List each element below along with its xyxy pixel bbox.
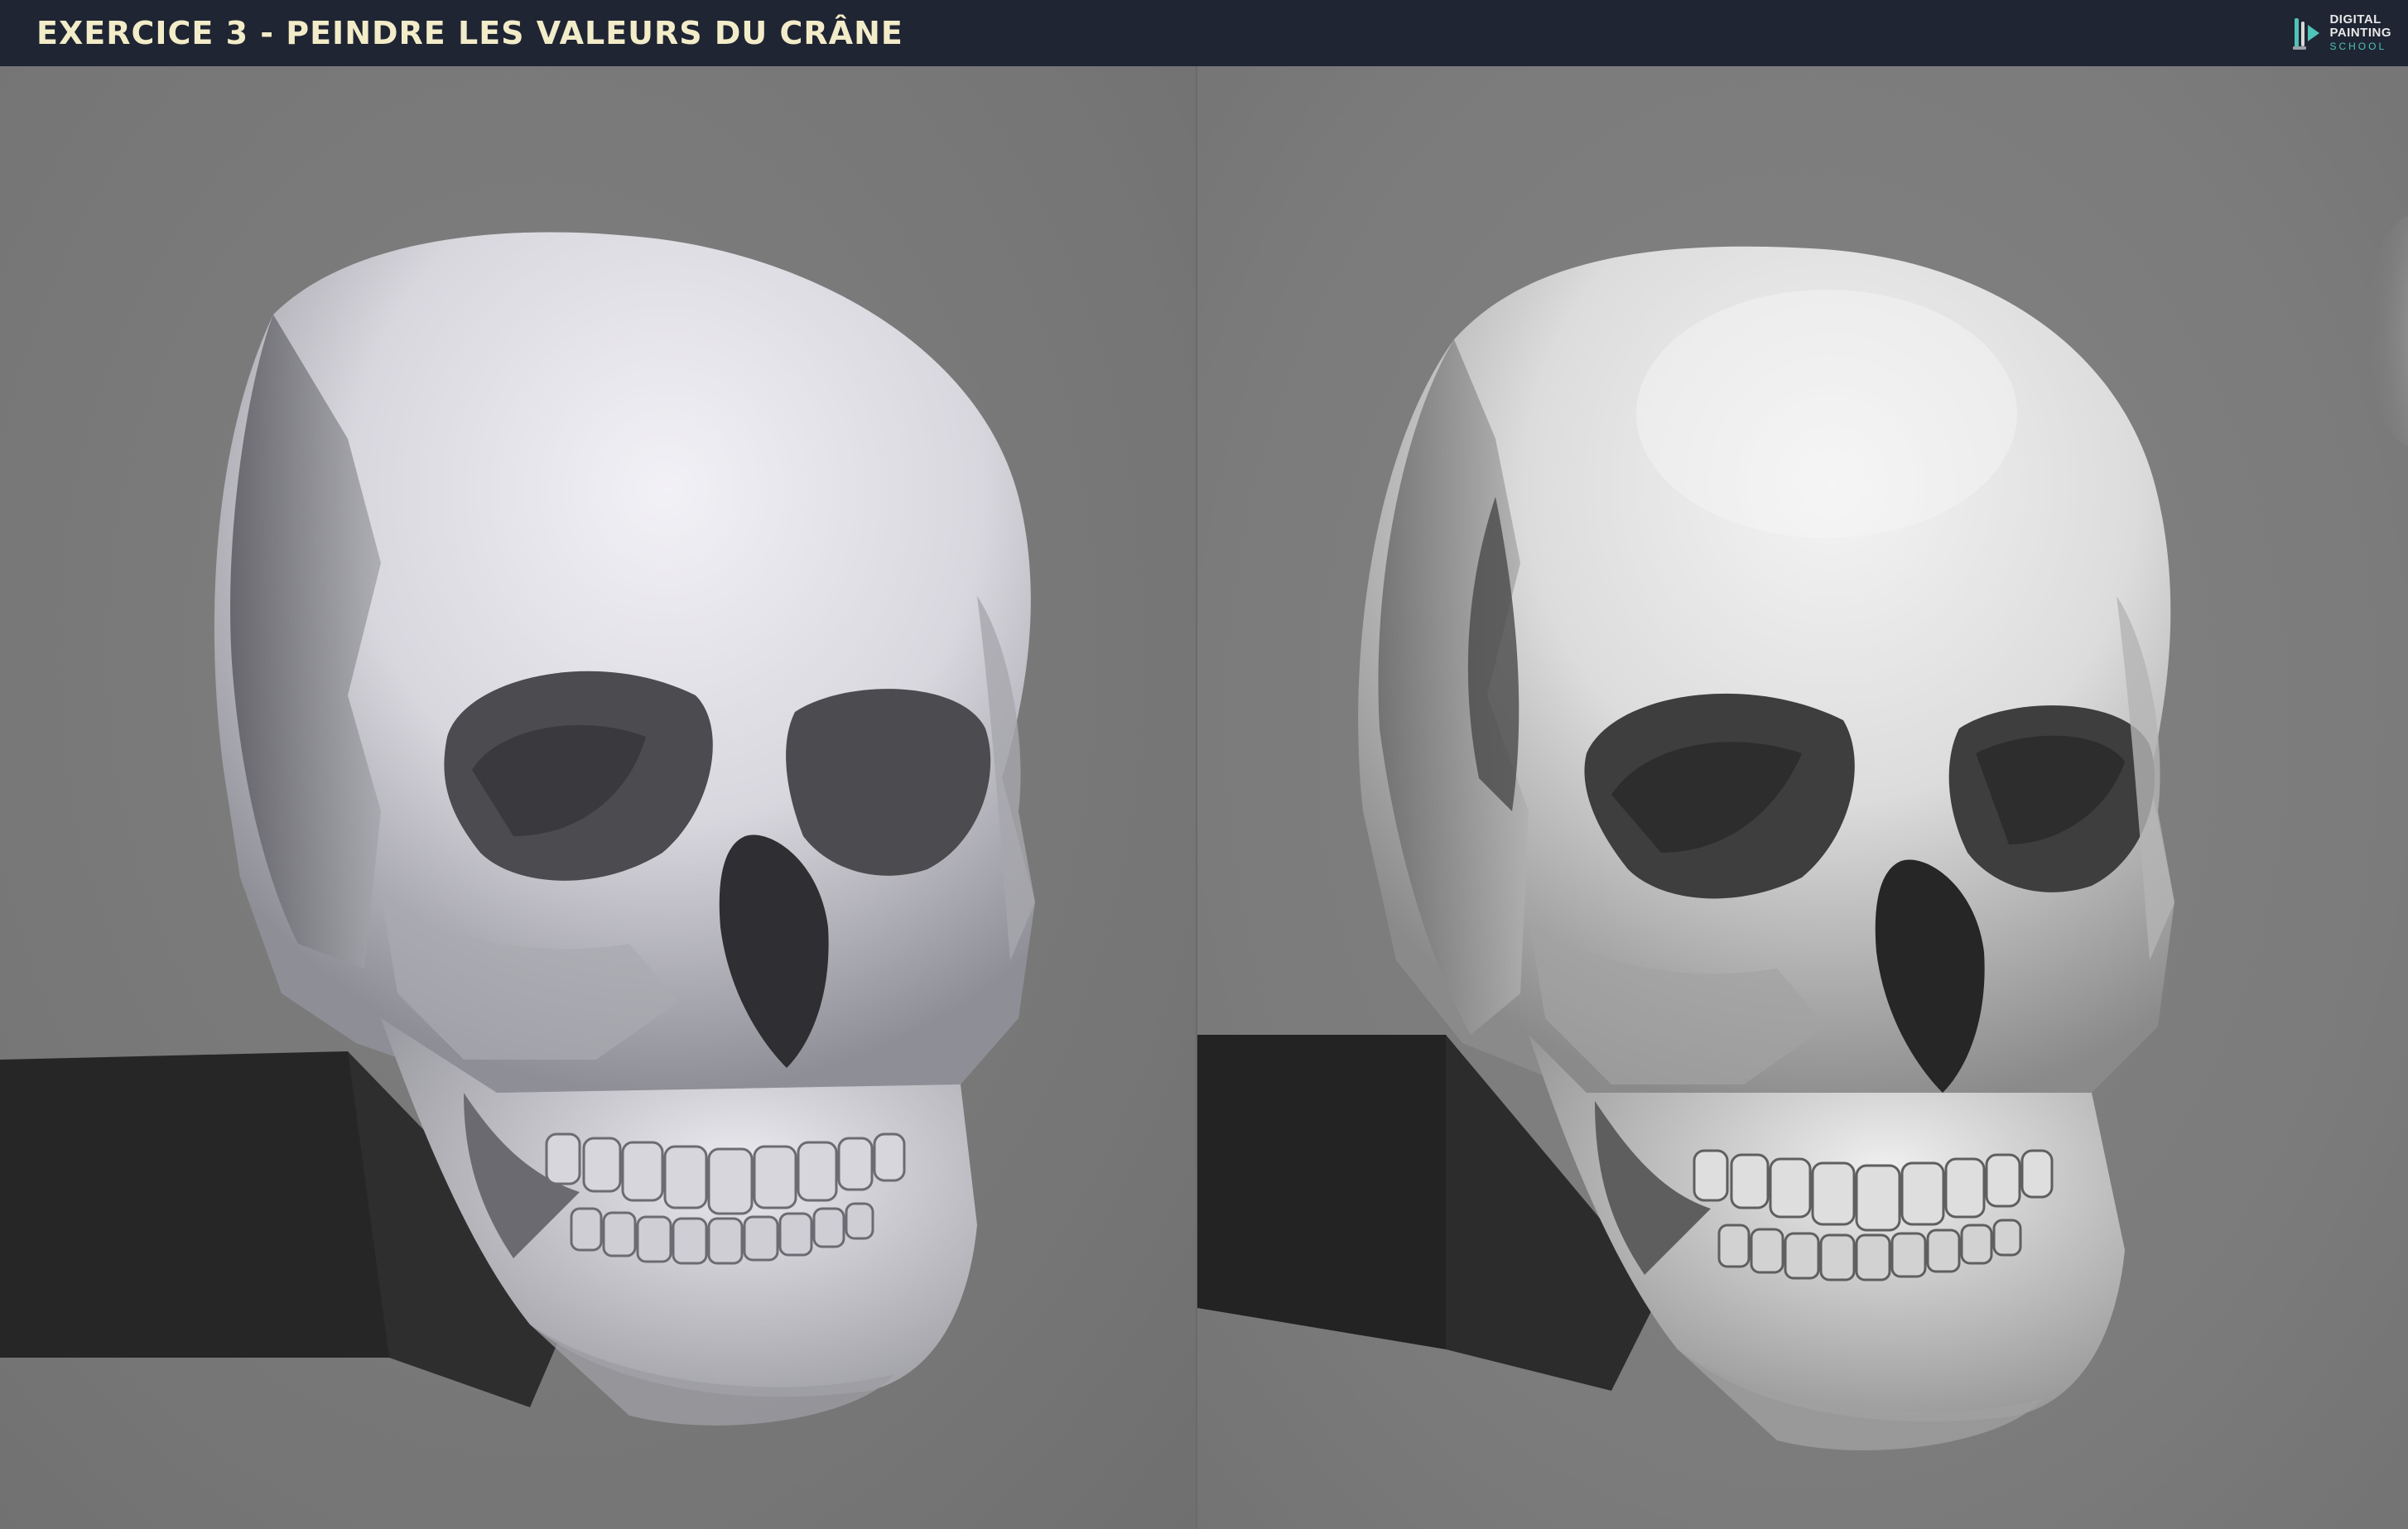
light-source-glow [2365,216,2408,446]
page-title: EXERCICE 3 - PEINDRE LES VALEURS DU CRÂN… [36,15,903,51]
paintbrush-play-icon [2293,18,2320,50]
painted-skull-panel [1197,66,2408,1529]
reference-skull-panel [0,66,1197,1529]
logo-line-3: SCHOOL [2329,41,2387,52]
logo-text: DIGITAL PAINTING SCHOOL [2329,13,2391,53]
school-logo: DIGITAL PAINTING SCHOOL [2290,13,2391,53]
logo-line-1: DIGITAL [2329,12,2382,26]
reference-skull-image [0,232,1035,1426]
logo-line-2: PAINTING [2329,26,2391,40]
header-bar: EXERCICE 3 - PEINDRE LES VALEURS DU CRÂN… [0,0,2408,66]
painted-skull-image [1197,216,2408,1450]
